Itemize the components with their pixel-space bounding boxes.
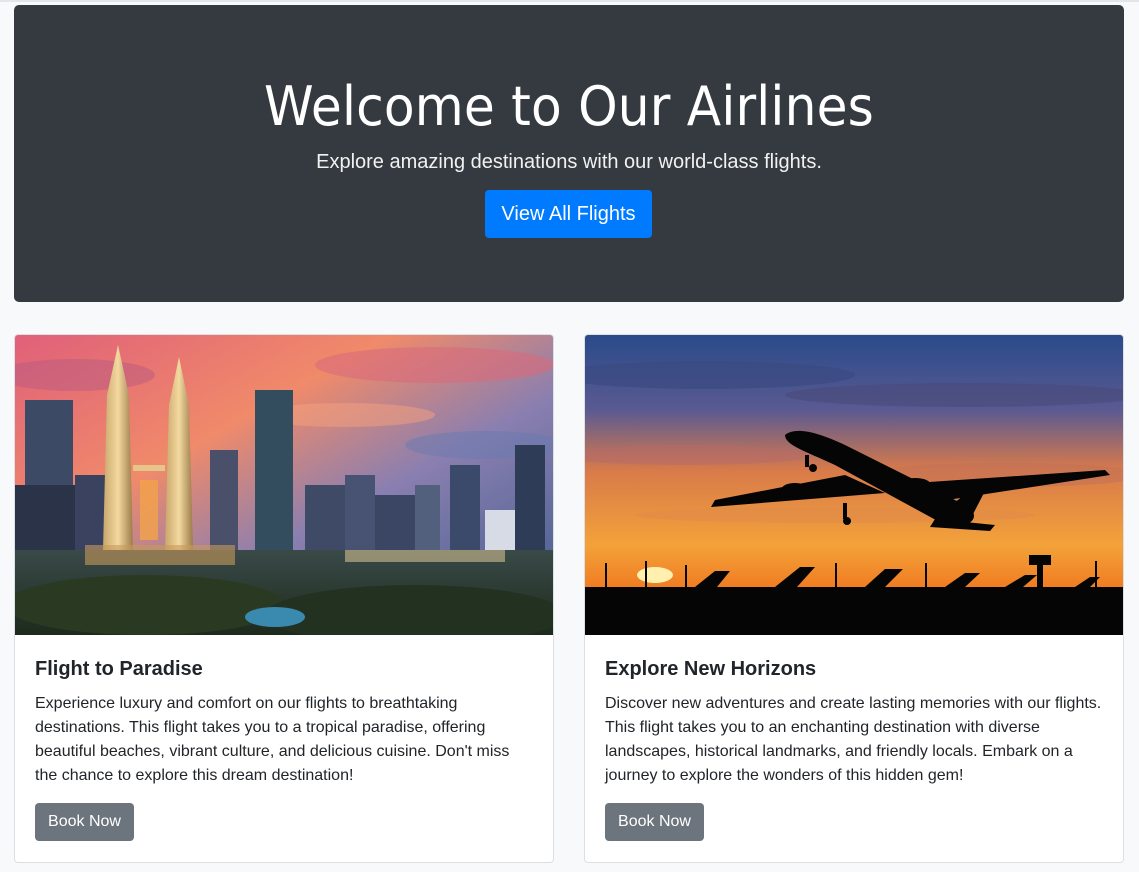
hero-subtitle: Explore amazing destinations with our wo… [316,151,822,173]
card-title: Explore New Horizons [605,658,817,680]
top-divider [0,0,1139,2]
flight-card-paradise: Flight to Paradise Experience luxury and… [14,334,554,863]
card-title: Flight to Paradise [35,658,203,680]
hero-banner: Welcome to Our Airlines Explore amazing … [14,5,1124,302]
airplane-sunset-image [585,335,1123,635]
card-text: Experience luxury and comfort on our fli… [35,695,510,784]
card-text: Discover new adventures and create lasti… [605,695,1102,784]
view-all-flights-button[interactable]: View All Flights [485,190,652,238]
flight-card-horizons: Explore New Horizons Discover new advent… [584,334,1124,863]
book-now-button[interactable]: Book Now [605,803,704,841]
city-skyline-image [15,335,553,635]
book-now-button[interactable]: Book Now [35,803,134,841]
hero-title: Welcome to Our Airlines [263,75,875,138]
